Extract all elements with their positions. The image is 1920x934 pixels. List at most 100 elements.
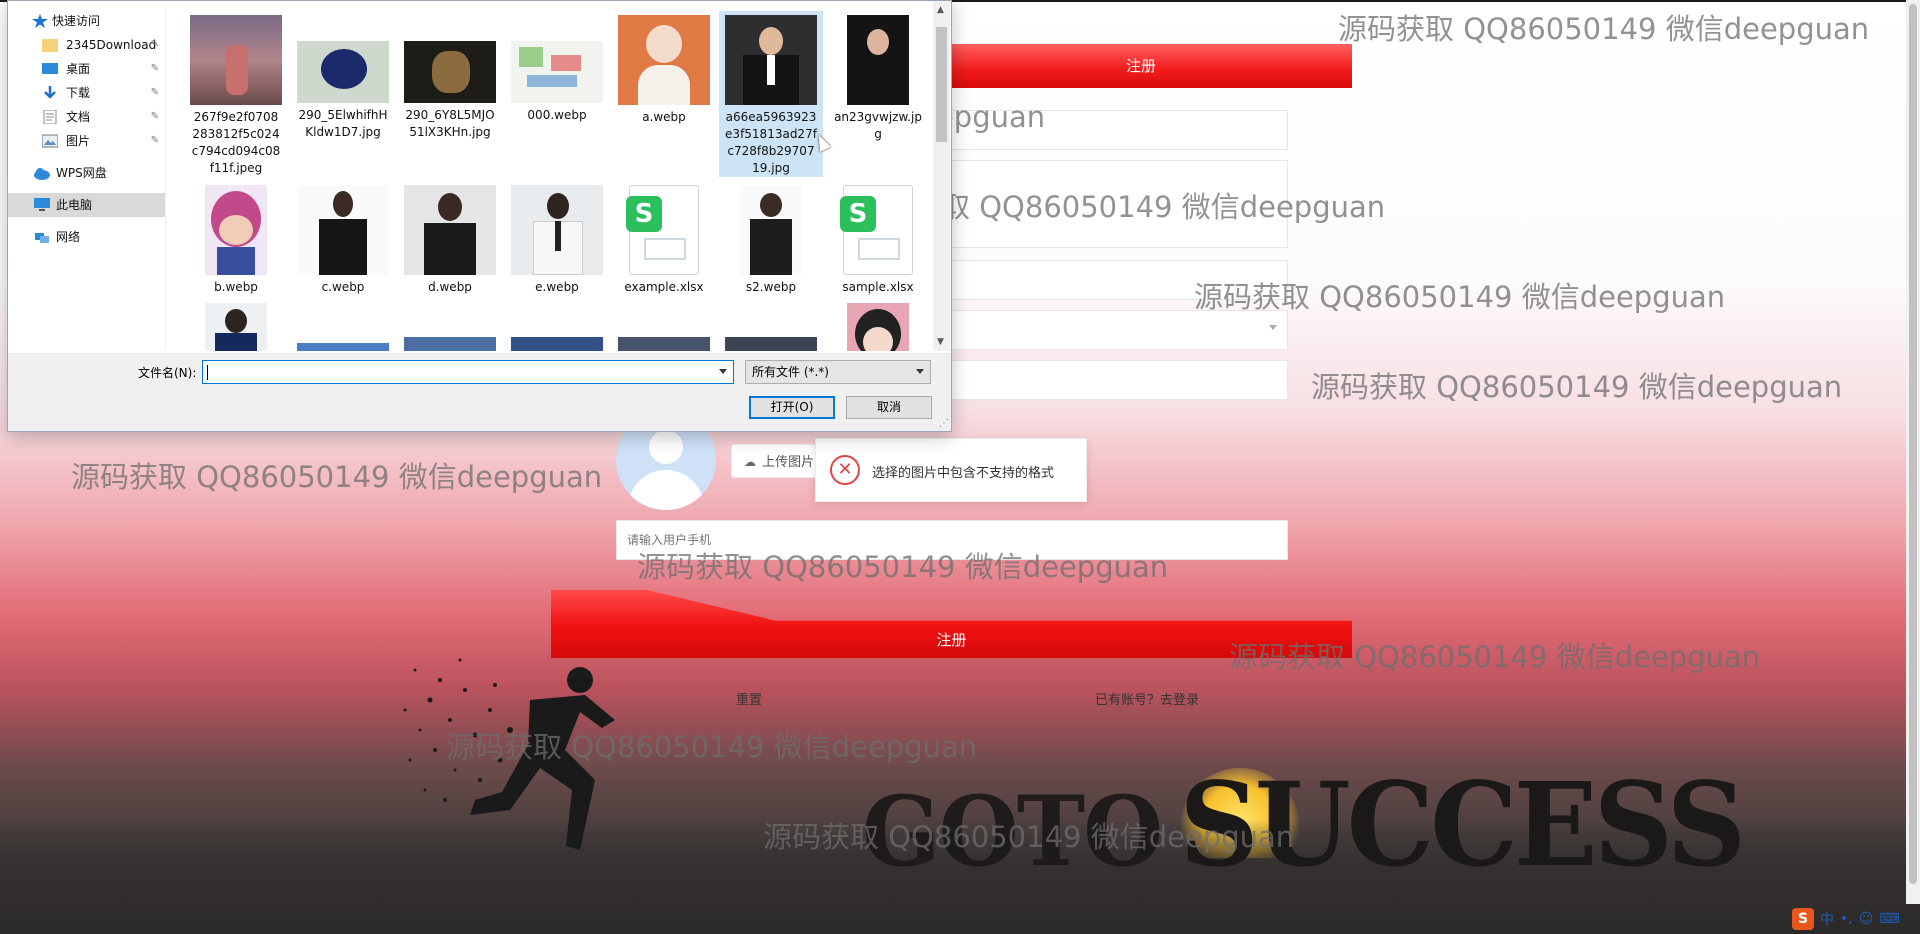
text-input-4[interactable] [941, 361, 1287, 399]
pin-icon[interactable]: ✎ [151, 33, 159, 57]
star-icon [32, 14, 48, 28]
nav-item-documents[interactable]: 文档 ✎ [8, 105, 165, 129]
cloud-icon [34, 168, 50, 180]
file-thumbnail [297, 185, 389, 275]
file-thumbnail [404, 41, 496, 103]
file-list-scrollbar[interactable]: ▲ ▼ [933, 1, 950, 351]
sogou-ime-icon[interactable]: S [1792, 908, 1814, 930]
file-item[interactable]: 290_5ElwhifhHKldw1D7.jpg [291, 1, 395, 141]
watermark-7: 源码获取 QQ86050149 微信deepguan [637, 550, 1169, 584]
file-item[interactable]: b.webp [184, 171, 288, 296]
page-scrollbar-thumb[interactable] [1909, 4, 1917, 884]
filetype-select[interactable]: 所有文件 (*.*) [745, 360, 931, 384]
watermark-6: 源码获取 QQ86050149 微信deepguan [71, 460, 603, 494]
file-item[interactable]: S example.xlsx [612, 171, 716, 296]
error-toast: ✕ 选择的图片中包含不支持的格式 [815, 438, 1087, 502]
resize-grip-icon[interactable]: ⋰ [939, 418, 949, 429]
nav-this-pc[interactable]: 此电脑 [8, 193, 165, 217]
file-thumbnail [847, 303, 909, 351]
watermark-5: 源码获取 QQ86050149 微信deepguan [1311, 370, 1843, 404]
file-list: 267f9e2f0708283812f5c024c794cd094c08f11f… [180, 1, 932, 351]
open-button[interactable]: 打开(O) [749, 396, 835, 419]
folder-icon [42, 39, 58, 52]
file-thumbnail [297, 41, 389, 103]
form-input-4[interactable] [940, 360, 1288, 400]
filename-label: 文件名(N): [138, 366, 197, 380]
upload-label: 上传图片 [762, 455, 815, 470]
file-item[interactable]: an23gvwjzw.jpg [826, 1, 930, 143]
nav-wps-cloud[interactable]: WPS网盘 [8, 161, 165, 185]
spreadsheet-file-icon: S [626, 185, 699, 275]
avatar-head [649, 430, 683, 464]
filetype-value: 所有文件 (*.*) [752, 365, 829, 379]
file-item[interactable]: 267f9e2f0708283812f5c024c794cd094c08f11f… [184, 1, 288, 177]
file-item[interactable] [612, 303, 716, 351]
nav-quick-access[interactable]: 快速访问 [8, 9, 165, 33]
file-item[interactable]: a.webp [612, 1, 716, 126]
file-thumbnail [404, 337, 496, 351]
file-item[interactable] [398, 303, 502, 351]
keyboard-icon[interactable]: ⌨ [1879, 911, 1899, 927]
pin-icon[interactable]: ✎ [151, 129, 159, 153]
file-item[interactable]: S sample.xlsx [826, 171, 930, 296]
watermark-9: 源码获取 QQ86050149 微信deepguan [446, 730, 978, 764]
document-icon [43, 110, 57, 124]
reset-link[interactable]: 重置 [736, 689, 762, 708]
file-thumbnail [618, 15, 710, 105]
upload-image-button[interactable]: ☁ 上传图片 [731, 444, 821, 478]
emoji-icon[interactable]: ☺ [1859, 911, 1874, 927]
file-thumbnail [190, 15, 282, 105]
file-item[interactable]: 000.webp [505, 1, 609, 124]
file-list-scroll-thumb[interactable] [936, 27, 947, 142]
filename-input[interactable] [202, 360, 734, 384]
file-item[interactable]: e.webp [505, 171, 609, 296]
file-item[interactable] [184, 303, 288, 351]
file-thumbnail [205, 303, 267, 351]
nav-item-2345download[interactable]: 2345Download ✎ [8, 33, 165, 57]
computer-icon [34, 198, 50, 211]
punctuation-icon[interactable]: •, [1840, 911, 1853, 927]
register-button-top[interactable]: 注册 [940, 44, 1352, 88]
file-thumbnail [511, 337, 603, 351]
file-item[interactable]: c.webp [291, 171, 395, 296]
chevron-down-icon[interactable] [719, 369, 727, 374]
file-item[interactable]: d.webp [398, 171, 502, 296]
file-item[interactable]: s2.webp [719, 171, 823, 296]
scroll-down-icon[interactable]: ▼ [937, 337, 944, 347]
file-thumbnail [725, 15, 817, 105]
chevron-down-icon [1269, 325, 1277, 330]
system-tray: S 中 •, ☺ ⌨ [1780, 904, 1920, 934]
cancel-button[interactable]: 取消 [846, 396, 932, 419]
chevron-down-icon [916, 369, 924, 374]
file-thumbnail [618, 337, 710, 351]
login-link[interactable]: 已有账号？去登录 [1095, 689, 1199, 708]
file-thumbnail [511, 185, 603, 275]
dialog-nav-pane: 快速访问 2345Download ✎ 桌面 ✎ 下载 ✎ 文档 ✎ 图片 ✎ WPS网盘 [8, 9, 166, 349]
pin-icon[interactable]: ✎ [151, 105, 159, 129]
nav-network[interactable]: 网络 [8, 225, 165, 249]
file-item[interactable]: 290_6Y8L5MJO51lX3KHn.jpg [398, 1, 502, 141]
nav-item-desktop[interactable]: 桌面 ✎ [8, 57, 165, 81]
pin-icon[interactable]: ✎ [151, 81, 159, 105]
file-item-selected[interactable]: a66ea5963923e3f51813ad27fc728f8b2970719.… [719, 11, 823, 177]
network-icon [35, 233, 49, 243]
file-thumbnail [740, 185, 802, 275]
nav-item-pictures[interactable]: 图片 ✎ [8, 129, 165, 153]
file-open-dialog: 快速访问 2345Download ✎ 桌面 ✎ 下载 ✎ 文档 ✎ 图片 ✎ WPS网盘 [7, 0, 952, 432]
upload-cloud-icon: ☁ [744, 455, 756, 469]
file-item[interactable] [505, 303, 609, 351]
file-item[interactable] [826, 303, 930, 351]
file-thumbnail [404, 185, 496, 275]
file-thumbnail [205, 185, 267, 275]
file-item[interactable] [291, 303, 395, 351]
text-cursor [207, 365, 208, 380]
avatar-shoulders [628, 470, 704, 510]
file-item[interactable] [719, 303, 823, 351]
page-scrollbar[interactable] [1906, 0, 1920, 904]
form-select[interactable] [940, 310, 1288, 350]
ime-language[interactable]: 中 [1820, 909, 1834, 929]
scroll-up-icon[interactable]: ▲ [937, 5, 944, 15]
nav-item-downloads[interactable]: 下载 ✎ [8, 81, 165, 105]
watermark-8: 源码获取 QQ86050149 微信deepguan [1229, 640, 1761, 674]
pin-icon[interactable]: ✎ [151, 57, 159, 81]
